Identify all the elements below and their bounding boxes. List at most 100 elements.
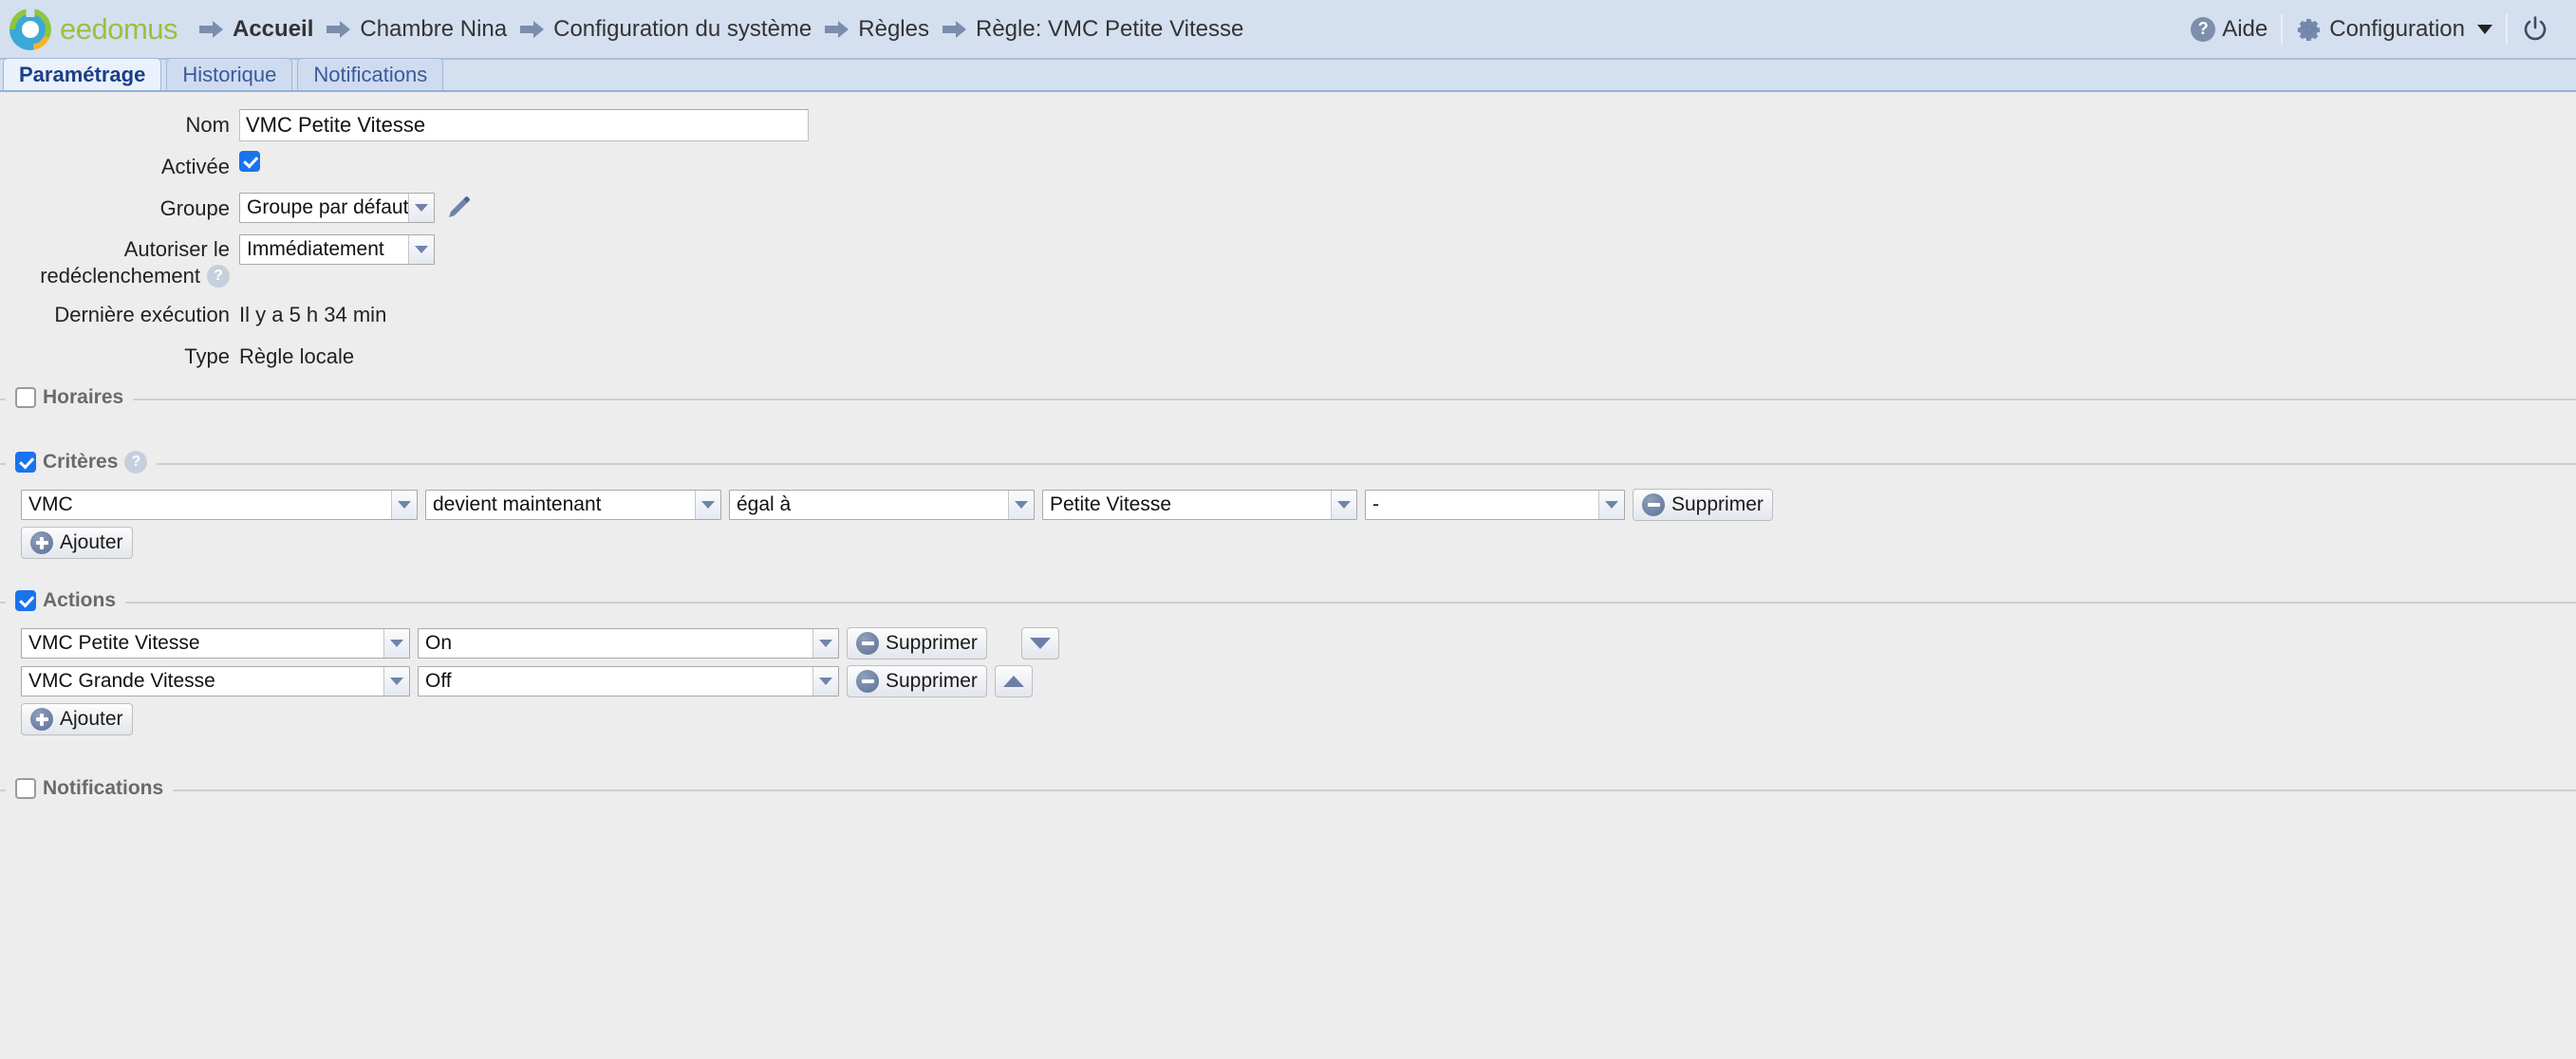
horaires-checkbox[interactable]	[15, 387, 36, 408]
minus-circle-icon	[856, 670, 879, 693]
action-device-select[interactable]: VMC Grande Vitesse	[21, 666, 410, 697]
field-row-groupe: Groupe Groupe par défaut	[0, 193, 2576, 225]
action-move-down-button[interactable]	[1020, 627, 1059, 660]
action-delete-button[interactable]: Supprimer	[847, 627, 987, 660]
help-button[interactable]: ? Aide	[2177, 16, 2281, 43]
action-device-select[interactable]: VMC Petite Vitesse	[21, 628, 410, 659]
criteres-help-icon[interactable]: ?	[124, 451, 148, 474]
rule-name-input[interactable]	[239, 109, 809, 141]
action-device-arrow[interactable]	[383, 667, 409, 696]
derniere-execution-label: Dernière exécution	[54, 303, 230, 326]
criteria-event-value: devient maintenant	[426, 491, 695, 519]
groupe-label: Groupe	[159, 196, 230, 220]
section-actions-body: VMC Petite Vitesse On Supprimer VMC Gran…	[0, 612, 2576, 764]
nom-label: Nom	[185, 113, 230, 137]
section-actions-legend: Actions	[6, 589, 126, 612]
power-logout-button[interactable]	[2508, 15, 2563, 44]
action-row: VMC Grande Vitesse Off Supprimer	[0, 665, 2576, 697]
section-horaires-body	[0, 413, 2576, 437]
chevron-down-icon	[2477, 24, 2492, 34]
criteria-event-arrow[interactable]	[695, 491, 720, 519]
action-row: VMC Petite Vitesse On Supprimer	[0, 627, 2576, 660]
criteria-delete-label: Supprimer	[1671, 493, 1764, 515]
section-divider	[0, 602, 2576, 604]
criteria-extra-arrow[interactable]	[1598, 491, 1624, 519]
chevron-down-icon	[701, 501, 715, 509]
criteria-add-button[interactable]: Ajouter	[21, 527, 133, 559]
redeclenchement-help-icon[interactable]: ?	[207, 265, 230, 288]
section-criteres-body: VMC devient maintenant égal à Petite Vit…	[0, 474, 2576, 576]
arrow-right-icon	[942, 20, 966, 38]
rule-properties-form: Nom Activée Groupe Groupe par défaut	[0, 92, 2576, 373]
action-state-value: On	[419, 629, 812, 658]
tab-historique[interactable]: Historique	[166, 58, 293, 90]
criteria-value-arrow[interactable]	[1331, 491, 1356, 519]
breadcrumb-label: Configuration du système	[553, 15, 812, 42]
chevron-down-icon	[819, 640, 832, 647]
action-add-button[interactable]: Ajouter	[21, 703, 133, 735]
notifications-checkbox[interactable]	[15, 778, 36, 799]
configuration-menu-button[interactable]: Configuration	[2283, 16, 2506, 43]
field-row-derniere-execution: Dernière exécution Il y a 5 h 34 min	[0, 299, 2576, 331]
section-notifications: Notifications	[0, 777, 2576, 827]
brand-logo[interactable]: eedomus	[0, 6, 199, 50]
arrow-right-icon	[520, 20, 545, 38]
chevron-down-icon	[1605, 501, 1618, 509]
chevron-down-icon	[415, 204, 428, 212]
criteria-event-select[interactable]: devient maintenant	[425, 490, 721, 520]
criteria-device-value: VMC	[22, 491, 391, 519]
criteria-device-select[interactable]: VMC	[21, 490, 418, 520]
tab-parametrage[interactable]: Paramétrage	[3, 58, 162, 90]
action-state-select[interactable]: Off	[418, 666, 839, 697]
field-row-type: Type Règle locale	[0, 341, 2576, 373]
action-state-select[interactable]: On	[418, 628, 839, 659]
brand-name: eedomus	[60, 11, 178, 46]
section-criteres-legend: Critères ?	[6, 451, 158, 474]
criteria-delete-button[interactable]: Supprimer	[1633, 489, 1773, 521]
tab-notifications[interactable]: Notifications	[297, 58, 444, 90]
section-divider	[0, 463, 2576, 465]
action-add-label: Ajouter	[60, 708, 123, 730]
action-state-arrow[interactable]	[812, 629, 838, 658]
horaires-label: Horaires	[43, 386, 124, 408]
action-state-value: Off	[419, 667, 812, 696]
arrow-right-icon	[825, 20, 849, 38]
pencil-edit-icon[interactable]	[444, 194, 473, 222]
criteria-extra-select[interactable]: -	[1365, 490, 1625, 520]
criteria-device-arrow[interactable]	[391, 491, 417, 519]
breadcrumb-item-configuration-systeme[interactable]: Configuration du système	[520, 16, 825, 43]
action-device-value: VMC Grande Vitesse	[22, 667, 383, 696]
rule-enabled-checkbox[interactable]	[239, 151, 260, 172]
actions-label: Actions	[43, 589, 117, 611]
action-state-arrow[interactable]	[812, 667, 838, 696]
criteria-operator-select[interactable]: égal à	[729, 490, 1035, 520]
triangle-down-icon	[1029, 638, 1051, 649]
breadcrumb-label: Accueil	[233, 15, 314, 42]
criteria-add-wrap: Ajouter	[0, 527, 2576, 559]
section-horaires-legend: Horaires	[6, 386, 134, 409]
action-move-up-button[interactable]	[994, 665, 1033, 697]
group-select-arrow[interactable]	[408, 194, 434, 222]
criteria-operator-arrow[interactable]	[1008, 491, 1034, 519]
criteria-add-label: Ajouter	[60, 531, 123, 553]
chevron-down-icon	[390, 678, 403, 685]
minus-circle-icon	[856, 632, 879, 655]
breadcrumb-item-regles[interactable]: Règles	[825, 16, 943, 43]
section-notifications-legend: Notifications	[6, 777, 174, 800]
notifications-label: Notifications	[43, 777, 164, 799]
group-select[interactable]: Groupe par défaut	[239, 193, 435, 223]
retrigger-select[interactable]: Immédiatement	[239, 234, 435, 265]
action-delete-button[interactable]: Supprimer	[847, 665, 987, 697]
criteres-checkbox[interactable]	[15, 452, 36, 473]
section-actions: Actions VMC Petite Vitesse On Supprimer	[0, 589, 2576, 764]
breadcrumb-label: Règle: VMC Petite Vitesse	[975, 15, 1244, 42]
actions-checkbox[interactable]	[15, 590, 36, 611]
criteria-value-select[interactable]: Petite Vitesse	[1042, 490, 1357, 520]
action-device-arrow[interactable]	[383, 629, 409, 658]
breadcrumb-item-chambre-nina[interactable]: Chambre Nina	[327, 16, 520, 43]
retrigger-select-arrow[interactable]	[408, 235, 434, 264]
criteria-row: VMC devient maintenant égal à Petite Vit…	[0, 489, 2576, 521]
breadcrumb-label: Chambre Nina	[360, 15, 508, 42]
breadcrumb-item-accueil[interactable]: Accueil	[199, 16, 327, 43]
criteria-extra-value: -	[1366, 491, 1598, 519]
